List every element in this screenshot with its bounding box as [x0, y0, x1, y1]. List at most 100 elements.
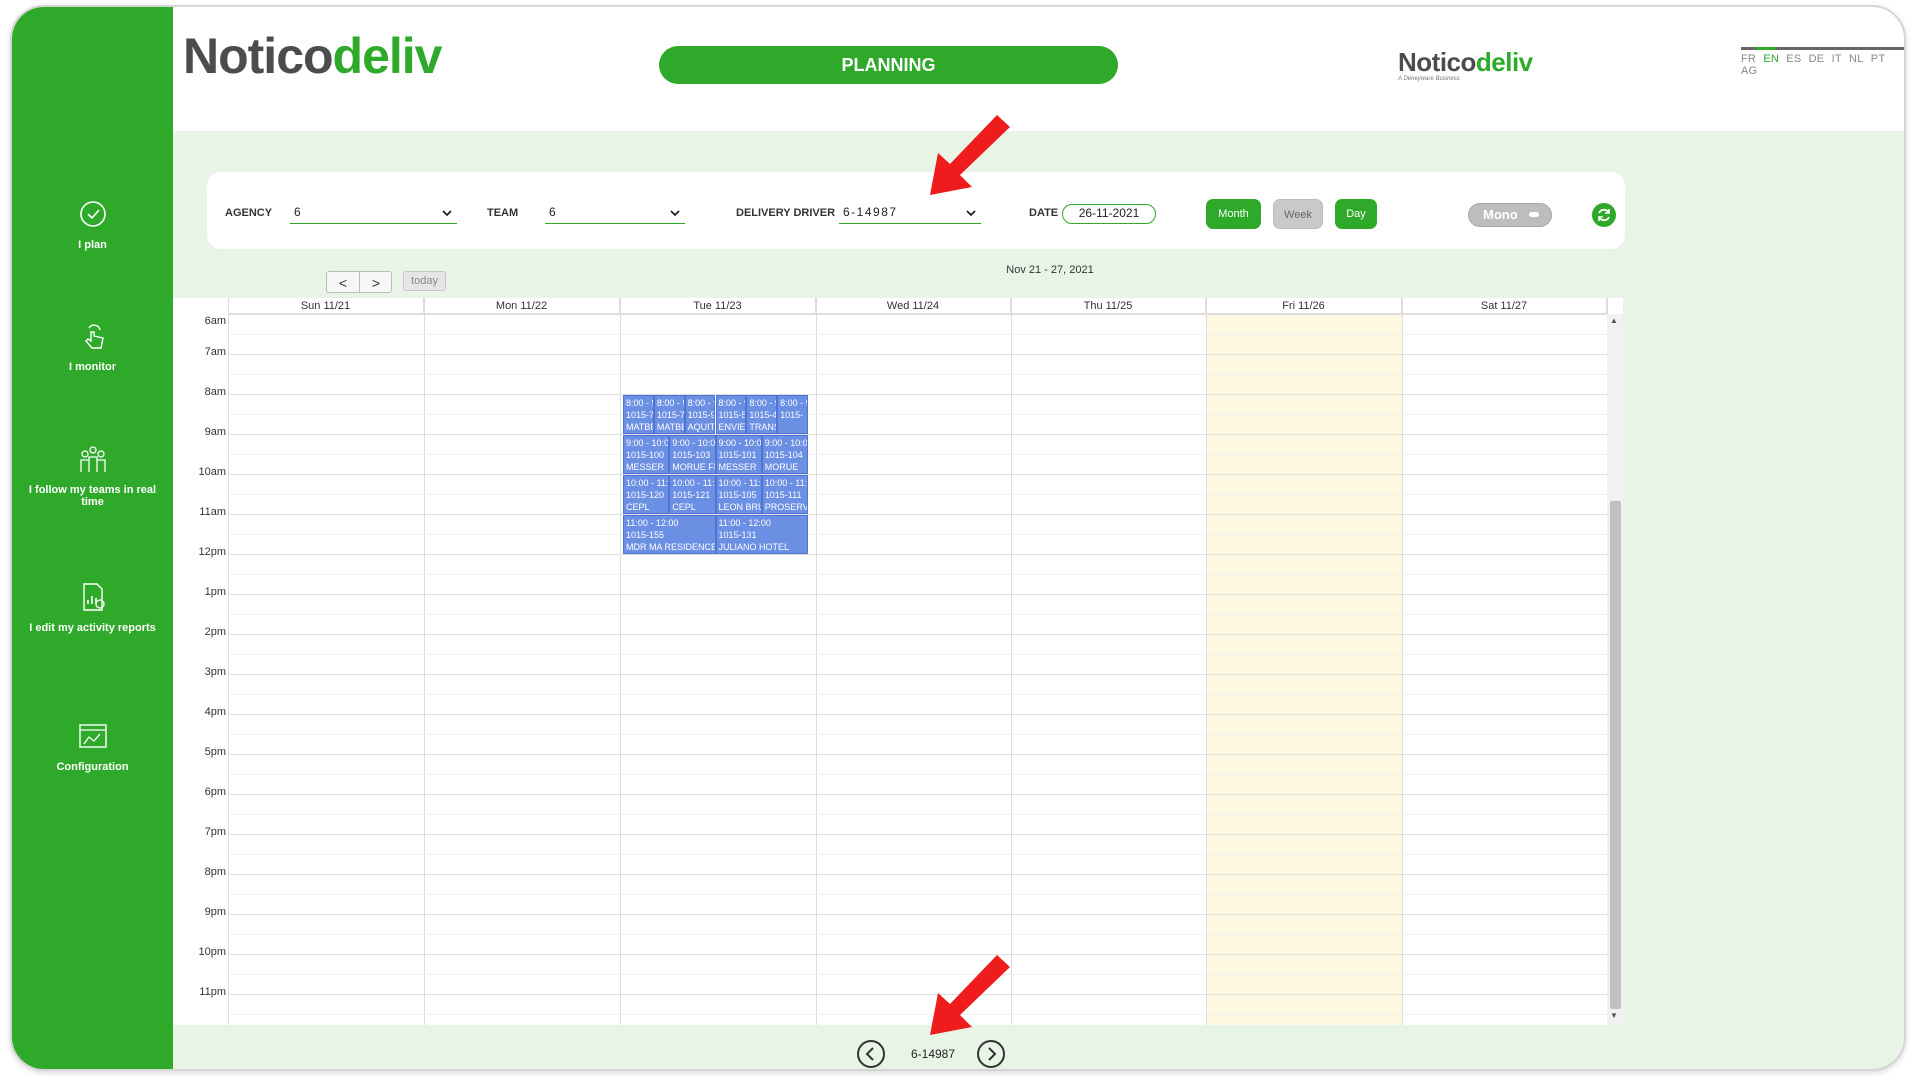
half-hour-gridline [228, 534, 1607, 535]
hour-label: 1pm [204, 586, 226, 598]
prev-week-button[interactable]: < [327, 274, 359, 292]
hour-gridline [228, 474, 1607, 475]
sidebar-item-configuration[interactable]: Configuration [12, 719, 173, 773]
hour-gridline [228, 834, 1607, 835]
filter-bar: AGENCY 6 TEAM 6 DELIVERY DRIVER 6-14987 … [207, 172, 1625, 249]
hour-label: 11am [199, 506, 226, 518]
calendar-event[interactable]: 9:00 - 10:00 1015-100 MESSER [623, 435, 670, 474]
half-hour-gridline [228, 814, 1607, 815]
hour-gridline [228, 434, 1607, 435]
calendar-event[interactable]: 8:00 - 9:00 1015-7 MATBE [623, 395, 654, 434]
column-divider [1402, 298, 1403, 1025]
app-window: I plan I monitor I follow my teams in re… [10, 5, 1906, 1071]
event-text: PROSERVE [764, 502, 807, 512]
hour-gridline [228, 954, 1607, 955]
calendar-event[interactable]: 8:00 - 9:00 1015-9 AQUIT [684, 395, 716, 434]
hour-gridline [228, 594, 1607, 595]
event-text: 1015-101 [718, 450, 757, 460]
hour-gridline [228, 674, 1607, 675]
event-text: 1015-131 [718, 530, 757, 540]
event-text: 1015-155 [626, 530, 665, 540]
event-text: 1015-120 [626, 490, 665, 500]
hour-label: 6pm [204, 786, 226, 798]
refresh-button[interactable] [1592, 203, 1616, 227]
brand-tagline: A Deneyware Business [1398, 76, 1460, 82]
date-input[interactable]: 26-11-2021 [1062, 204, 1156, 224]
annotation-arrow-icon [930, 115, 1010, 195]
hour-label: 2pm [204, 626, 226, 638]
annotation-arrow-icon [930, 955, 1010, 1035]
calendar-event[interactable]: 10:00 - 11:00 1015-120 CEPL [623, 475, 670, 514]
calendar-event[interactable]: 10:00 - 11:00 1015-105 LEON BRU [715, 475, 762, 514]
event-text: 1015-7 [626, 410, 654, 420]
hour-label: 9am [204, 426, 226, 438]
sidebar-item-activity-reports[interactable]: I edit my activity reports [12, 580, 173, 634]
lang-fr[interactable]: FR [1741, 53, 1756, 65]
prev-driver-button[interactable] [857, 1040, 885, 1068]
calendar-event[interactable]: 9:00 - 10:00 1015-103 MORUE FR [669, 435, 716, 474]
lang-es[interactable]: ES [1786, 53, 1801, 65]
week-view-button[interactable]: Week [1273, 199, 1323, 229]
event-text: 10:00 - 11:00 [672, 478, 715, 488]
half-hour-gridline [228, 894, 1607, 895]
calendar-event[interactable]: 9:00 - 10:00 1015-101 MESSER [715, 435, 762, 474]
event-text: LEON BRU [718, 502, 762, 512]
event-text: 1015- [780, 410, 804, 420]
hour-label: 3pm [204, 666, 226, 678]
sidebar-item-teams[interactable]: I follow my teams in real time [12, 442, 173, 508]
calendar-event[interactable]: 8:00 - 9:00 1015-5 ENVIE [715, 395, 747, 434]
event-text: 8:00 - 9:00 [780, 398, 807, 408]
chevron-left-icon [865, 1047, 874, 1061]
refresh-icon [1598, 208, 1610, 222]
hour-gridline [228, 714, 1607, 715]
delivery-driver-select[interactable]: 6-14987 [839, 202, 981, 224]
column-divider [620, 298, 621, 1025]
sidebar-item-i-monitor[interactable]: I monitor [12, 319, 173, 373]
hour-label: 10am [198, 466, 226, 478]
calendar-event[interactable]: 10:00 - 11:00 1015-121 CEPL [669, 475, 716, 514]
next-week-button[interactable]: > [360, 274, 392, 292]
team-select[interactable]: 6 [545, 202, 685, 224]
event-text: CEPL [672, 502, 696, 512]
hour-gridline [228, 554, 1607, 555]
week-calendar: Sun 11/21 Mon 11/22 Tue 11/23 Wed 11/24 … [173, 298, 1623, 1025]
lang-it[interactable]: IT [1832, 53, 1842, 65]
half-hour-gridline [228, 374, 1607, 375]
mono-toggle[interactable]: Mono [1468, 203, 1552, 227]
calendar-event[interactable]: 11:00 - 12:00 1015-131 JULIANO HOTEL [715, 515, 808, 554]
day-view-button[interactable]: Day [1335, 199, 1377, 229]
event-text: 1015-121 [672, 490, 711, 500]
lang-de[interactable]: DE [1809, 53, 1825, 65]
calendar-event[interactable]: 8:00 - 9:00 1015-7 MATBE [653, 395, 685, 434]
event-text: ENVIE [718, 422, 746, 432]
column-divider [1011, 298, 1012, 1025]
month-view-button[interactable]: Month [1206, 199, 1261, 229]
sidebar-item-label: I plan [78, 239, 107, 251]
half-hour-gridline [228, 414, 1607, 415]
calendar-event[interactable]: 10:00 - 11:00 1015-111 PROSERVE [761, 475, 808, 514]
next-driver-button[interactable] [977, 1040, 1005, 1068]
page-title: PLANNING [659, 46, 1118, 84]
calendar-event[interactable]: 8:00 - 9:00 1015-4 TRANS 46 [746, 395, 778, 434]
lang-nl[interactable]: NL [1849, 53, 1863, 65]
today-button[interactable]: today [403, 271, 446, 291]
sidebar-item-label: I edit my activity reports [29, 622, 156, 634]
current-driver: 6-14987 [910, 1047, 956, 1061]
week-nav-buttons: < > [326, 271, 392, 293]
hour-label: 9pm [204, 906, 226, 918]
event-text: 11:00 - 12:00 [626, 518, 679, 528]
scrollbar-thumb[interactable] [1610, 501, 1621, 1009]
sidebar-item-i-plan[interactable]: I plan [12, 197, 173, 251]
lang-pt[interactable]: PT [1871, 53, 1885, 65]
lang-en[interactable]: EN [1763, 53, 1779, 65]
agency-label: AGENCY [225, 207, 273, 219]
half-hour-gridline [228, 494, 1607, 495]
agency-select[interactable]: 6 [290, 202, 457, 224]
calendar-event[interactable]: 9:00 - 10:00 1015-104 MORUE [761, 435, 808, 474]
scroll-down-arrow[interactable]: ▼ [1610, 1011, 1618, 1020]
calendar-event[interactable]: 11:00 - 12:00 1015-155 MDR MA RESIDENCE [623, 515, 716, 554]
hour-label: 11pm [199, 986, 226, 998]
scroll-up-arrow[interactable]: ▲ [1610, 316, 1618, 325]
calendar-event[interactable]: 8:00 - 9:00 1015- [777, 395, 808, 434]
lang-ag[interactable]: AG [1741, 65, 1757, 77]
